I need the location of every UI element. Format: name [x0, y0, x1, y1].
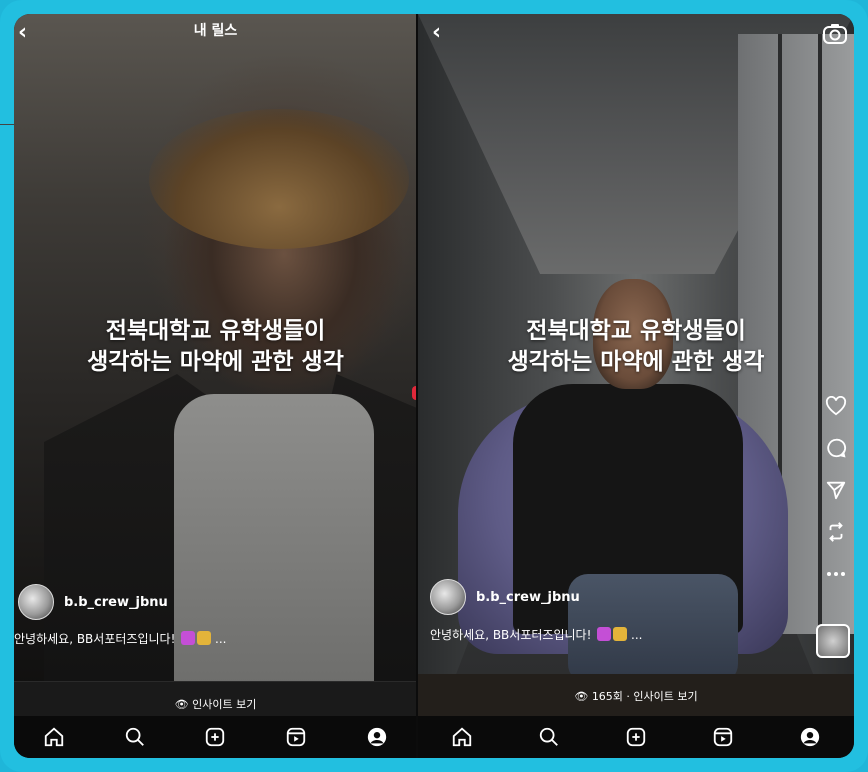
- description-more: ...: [627, 628, 643, 642]
- eye-icon: 👁: [574, 690, 592, 703]
- create-icon[interactable]: [623, 724, 649, 750]
- description-text: 안녕하세요, BB서포터즈입니다!: [14, 632, 180, 646]
- create-icon[interactable]: [202, 724, 228, 750]
- profile-icon[interactable]: [797, 724, 823, 750]
- reel-description[interactable]: 안녕하세요, BB서포터즈입니다! ...: [14, 630, 226, 647]
- camera-icon[interactable]: [822, 22, 848, 50]
- emoji-icon: [597, 627, 612, 641]
- back-icon[interactable]: ‹: [432, 20, 441, 45]
- reels-icon[interactable]: [283, 724, 309, 750]
- author-row[interactable]: b.b_crew_jbnu: [430, 579, 580, 615]
- description-more: ...: [211, 632, 227, 646]
- insight-link[interactable]: 👁 165회 · 인사이트 보기: [418, 688, 854, 704]
- right-reel-screen: ‹ 전북대학교 유학생들이 생각하는 마약에 관한 생각 b.b_crew_jb…: [418, 14, 854, 758]
- insight-label: 인사이트 보기: [192, 698, 257, 711]
- caption-line-1: 전북대학교 유학생들이: [105, 318, 326, 344]
- search-icon[interactable]: [536, 724, 562, 750]
- profile-icon[interactable]: [364, 724, 390, 750]
- caption-line-2: 생각하는 마약에 관한 생각: [507, 349, 765, 375]
- bottom-nav: [418, 716, 854, 758]
- caption-line-1: 전북대학교 유학생들이: [526, 318, 746, 344]
- avatar[interactable]: [430, 579, 466, 615]
- screenshot-frame: ‹ 내 릴스 전북대학교 유학생들이 생각하는 마약에 관한 생각 b.b_cr…: [0, 0, 868, 772]
- caption-line-2: 생각하는 마약에 관한 생각: [87, 349, 344, 375]
- more-icon[interactable]: [824, 562, 848, 586]
- audio-thumbnail[interactable]: [816, 624, 850, 658]
- heart-icon[interactable]: [824, 394, 848, 418]
- emoji-icon: [197, 631, 212, 645]
- emoji-icon: [181, 631, 196, 645]
- description-text: 안녕하세요, BB서포터즈입니다!: [430, 628, 596, 642]
- home-icon[interactable]: [41, 724, 67, 750]
- side-actions: [824, 394, 848, 586]
- search-icon[interactable]: [122, 724, 148, 750]
- comment-icon[interactable]: [824, 436, 848, 460]
- insight-bar[interactable]: 👁 165회 · 인사이트 보기: [418, 674, 854, 717]
- remix-icon[interactable]: [824, 520, 848, 544]
- video-subject-hair: [149, 109, 409, 249]
- video-caption: 전북대학교 유학생들이 생각하는 마약에 관한 생각: [14, 316, 417, 378]
- bottom-nav: [14, 716, 417, 758]
- reels-icon[interactable]: [710, 724, 736, 750]
- share-icon[interactable]: [824, 478, 848, 502]
- username[interactable]: b.b_crew_jbnu: [64, 595, 168, 610]
- page-title: 내 릴스: [193, 23, 238, 39]
- avatar[interactable]: [18, 584, 54, 620]
- video-caption: 전북대학교 유학생들이 생각하는 마약에 관한 생각: [418, 316, 854, 378]
- author-row[interactable]: b.b_crew_jbnu: [18, 584, 168, 620]
- video-subject-shirt: [174, 394, 374, 694]
- insight-label: 165회 · 인사이트 보기: [591, 690, 698, 703]
- eye-icon: 👁: [174, 698, 193, 711]
- reel-description[interactable]: 안녕하세요, BB서포터즈입니다! ...: [430, 626, 642, 643]
- home-icon[interactable]: [449, 724, 475, 750]
- insight-link[interactable]: 👁 인사이트 보기: [14, 696, 417, 712]
- edge-tick: [0, 124, 16, 125]
- left-reel-screen: ‹ 내 릴스 전북대학교 유학생들이 생각하는 마약에 관한 생각 b.b_cr…: [14, 14, 417, 758]
- username[interactable]: b.b_crew_jbnu: [476, 590, 580, 605]
- emoji-icon: [613, 627, 628, 641]
